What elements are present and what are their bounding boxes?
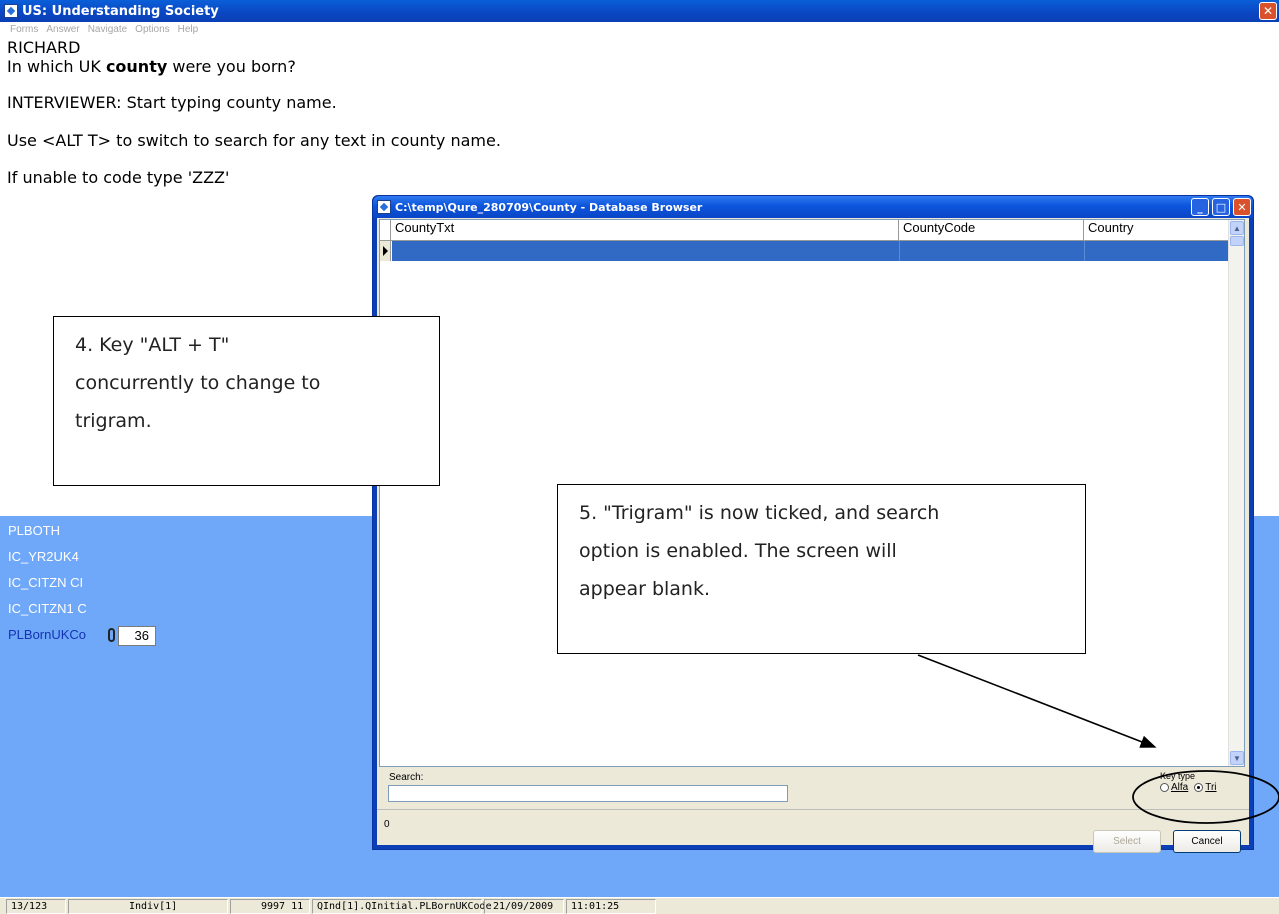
key-type-group: Alfa Tri [1160, 782, 1217, 793]
search-label: Search: [389, 772, 424, 783]
maximize-button[interactable]: □ [1212, 198, 1230, 216]
instruction-typing: INTERVIEWER: Start typing county name. [7, 93, 337, 112]
status-field-path: QInd[1].QInitial.PLBornUKCode [312, 899, 492, 914]
cancel-button[interactable]: Cancel [1173, 830, 1241, 853]
scroll-thumb[interactable] [1230, 236, 1244, 246]
callout-step-5: 5. "Trigram" is now ticked, and search o… [557, 484, 1086, 654]
grid-header: CountyTxt CountyCode Country [380, 220, 1232, 241]
status-bar: 13/123 Indiv[1] 9997 11 QInd[1].QInitial… [0, 897, 1279, 914]
field-plboth[interactable]: PLBOTH [8, 523, 60, 538]
dialog-app-icon [377, 200, 391, 214]
status-question-count: 13/123 [6, 899, 66, 914]
callout-step-5-line: option is enabled. The screen will [579, 540, 897, 562]
divider [377, 809, 1249, 810]
row-divider [899, 241, 900, 261]
field-ic-yr2uk4[interactable]: IC_YR2UK4 [8, 549, 79, 564]
status-time: 11:01:25 [566, 899, 656, 914]
field-ic-citzn1[interactable]: IC_CITZN1 C [8, 601, 87, 616]
row-header-corner [380, 220, 391, 241]
scroll-down-icon[interactable]: ▼ [1230, 751, 1244, 765]
window-title: US: Understanding Society [22, 3, 219, 19]
vertical-scrollbar[interactable]: ▲ ▼ [1228, 220, 1244, 766]
paperclip-icon [108, 628, 115, 642]
status-id: 9997 11 [230, 899, 310, 914]
instruction-alt-t: Use <ALT T> to switch to search for any … [7, 131, 501, 150]
question-bold: county [105, 57, 168, 76]
callout-step-4: 4. Key "ALT + T" concurrently to change … [53, 316, 440, 486]
menu-item-options[interactable]: Options [135, 24, 169, 35]
key-type-label: Key type [1160, 771, 1196, 781]
dialog-title-bar: C:\temp\Qure_280709\County - Database Br… [373, 196, 1253, 218]
plbornukco-input[interactable]: 36 [118, 626, 156, 646]
callout-step-4-line: 4. Key "ALT + T" [75, 334, 230, 356]
menu-item-answer[interactable]: Answer [46, 24, 79, 35]
radio-alfa[interactable] [1160, 783, 1169, 792]
callout-step-5-line: appear blank. [579, 578, 711, 600]
main-title-bar: US: Understanding Society ✕ [0, 0, 1279, 22]
callout-step-5-line: 5. "Trigram" is now ticked, and search [579, 502, 940, 524]
minimize-button[interactable]: _ [1191, 198, 1209, 216]
status-form: Indiv[1] [68, 899, 228, 914]
dialog-title: C:\temp\Qure_280709\County - Database Br… [395, 200, 703, 214]
respondent-name: RICHARD [7, 38, 81, 57]
scroll-up-icon[interactable]: ▲ [1230, 221, 1244, 235]
field-ic-citzn[interactable]: IC_CITZN CI [8, 575, 83, 590]
selected-row[interactable] [392, 241, 1232, 261]
instruction-zzz: If unable to code type 'ZZZ' [7, 168, 230, 187]
menu-bar: Forms Answer Navigate Options Help [0, 22, 1279, 36]
field-plbornukco[interactable]: PLBornUKCo [8, 627, 86, 642]
menu-item-navigate[interactable]: Navigate [88, 24, 127, 35]
radio-tri-label: Tri [1205, 782, 1217, 793]
radio-alfa-label: Alfa [1171, 782, 1189, 793]
dialog-close-button[interactable]: ✕ [1233, 198, 1251, 216]
app-icon [4, 4, 18, 18]
select-button[interactable]: Select [1093, 830, 1161, 853]
column-country[interactable]: Country [1084, 220, 1232, 241]
question-pre: In which UK [7, 57, 106, 76]
status-date: 21/09/2009 [484, 899, 564, 914]
callout-step-4-line: concurrently to change to [75, 372, 321, 394]
column-countycode[interactable]: CountyCode [899, 220, 1084, 241]
search-input[interactable] [388, 785, 788, 802]
callout-step-4-line: trigram. [75, 410, 152, 432]
column-countytxt[interactable]: CountyTxt [391, 220, 899, 241]
question-line: In which UK county were you born? [7, 57, 296, 76]
question-post: were you born? [167, 57, 296, 76]
row-divider [1084, 241, 1085, 261]
menu-item-forms[interactable]: Forms [10, 24, 38, 35]
record-count: 0 [384, 819, 390, 830]
close-button[interactable]: ✕ [1259, 2, 1277, 20]
radio-tri[interactable] [1194, 783, 1204, 792]
menu-item-help[interactable]: Help [178, 24, 199, 35]
current-row-arrow-icon [380, 241, 391, 261]
